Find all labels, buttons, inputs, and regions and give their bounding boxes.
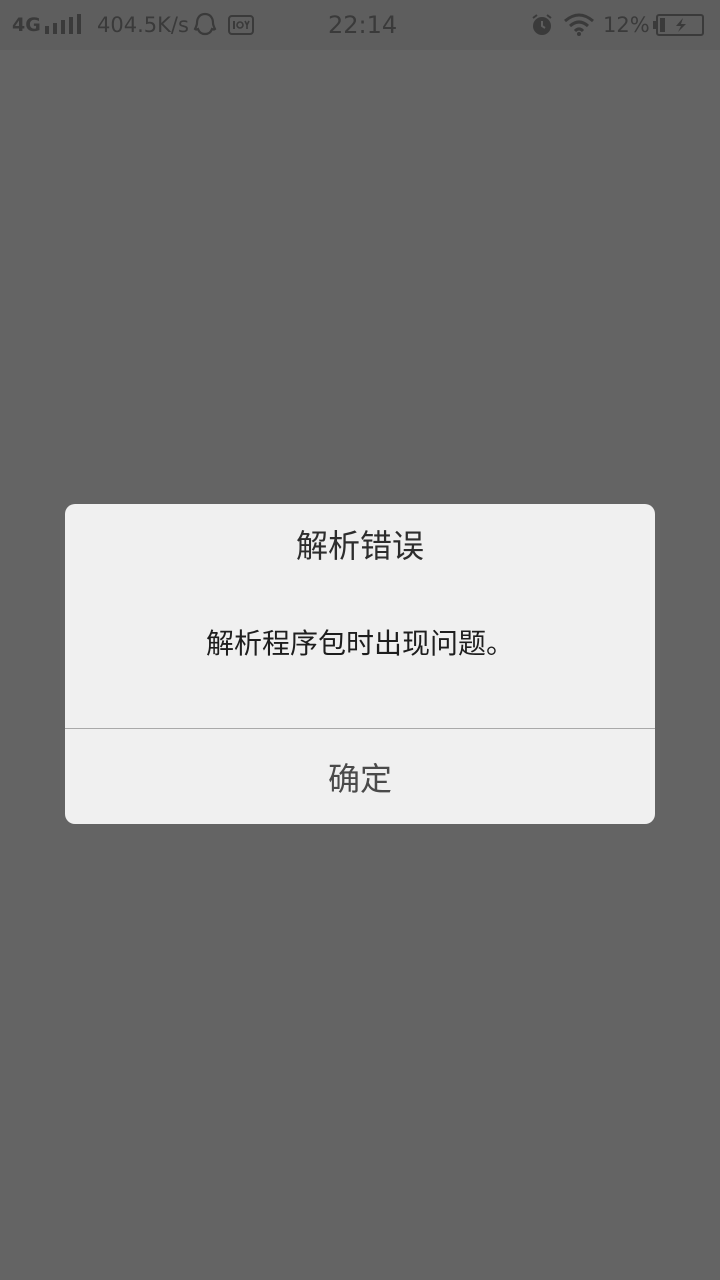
- signal-icon: [45, 0, 83, 50]
- qq-icon: [192, 0, 218, 50]
- network-type: 4G: [12, 14, 41, 36]
- iqiyi-icon: [228, 0, 254, 50]
- clock: 22:14: [328, 11, 398, 39]
- battery-percent: 12%: [603, 13, 650, 37]
- battery-charging-icon: [653, 0, 705, 50]
- dialog-message: 解析程序包时出现问题。: [205, 627, 514, 660]
- net-speed: 404.5K/s: [97, 13, 189, 37]
- status-bar: 4G 404.5K/s 22:14 12%: [0, 0, 720, 50]
- confirm-button[interactable]: 确定: [65, 729, 655, 824]
- wifi-icon: [563, 0, 595, 50]
- error-dialog: 解析错误 解析程序包时出现问题。 确定: [65, 504, 655, 824]
- screen: 4G 404.5K/s 22:14 12% 解析错误 解析程序包时出现问题。 确…: [0, 0, 720, 1280]
- dialog-title: 解析错误: [295, 527, 424, 565]
- alarm-icon: [530, 0, 554, 50]
